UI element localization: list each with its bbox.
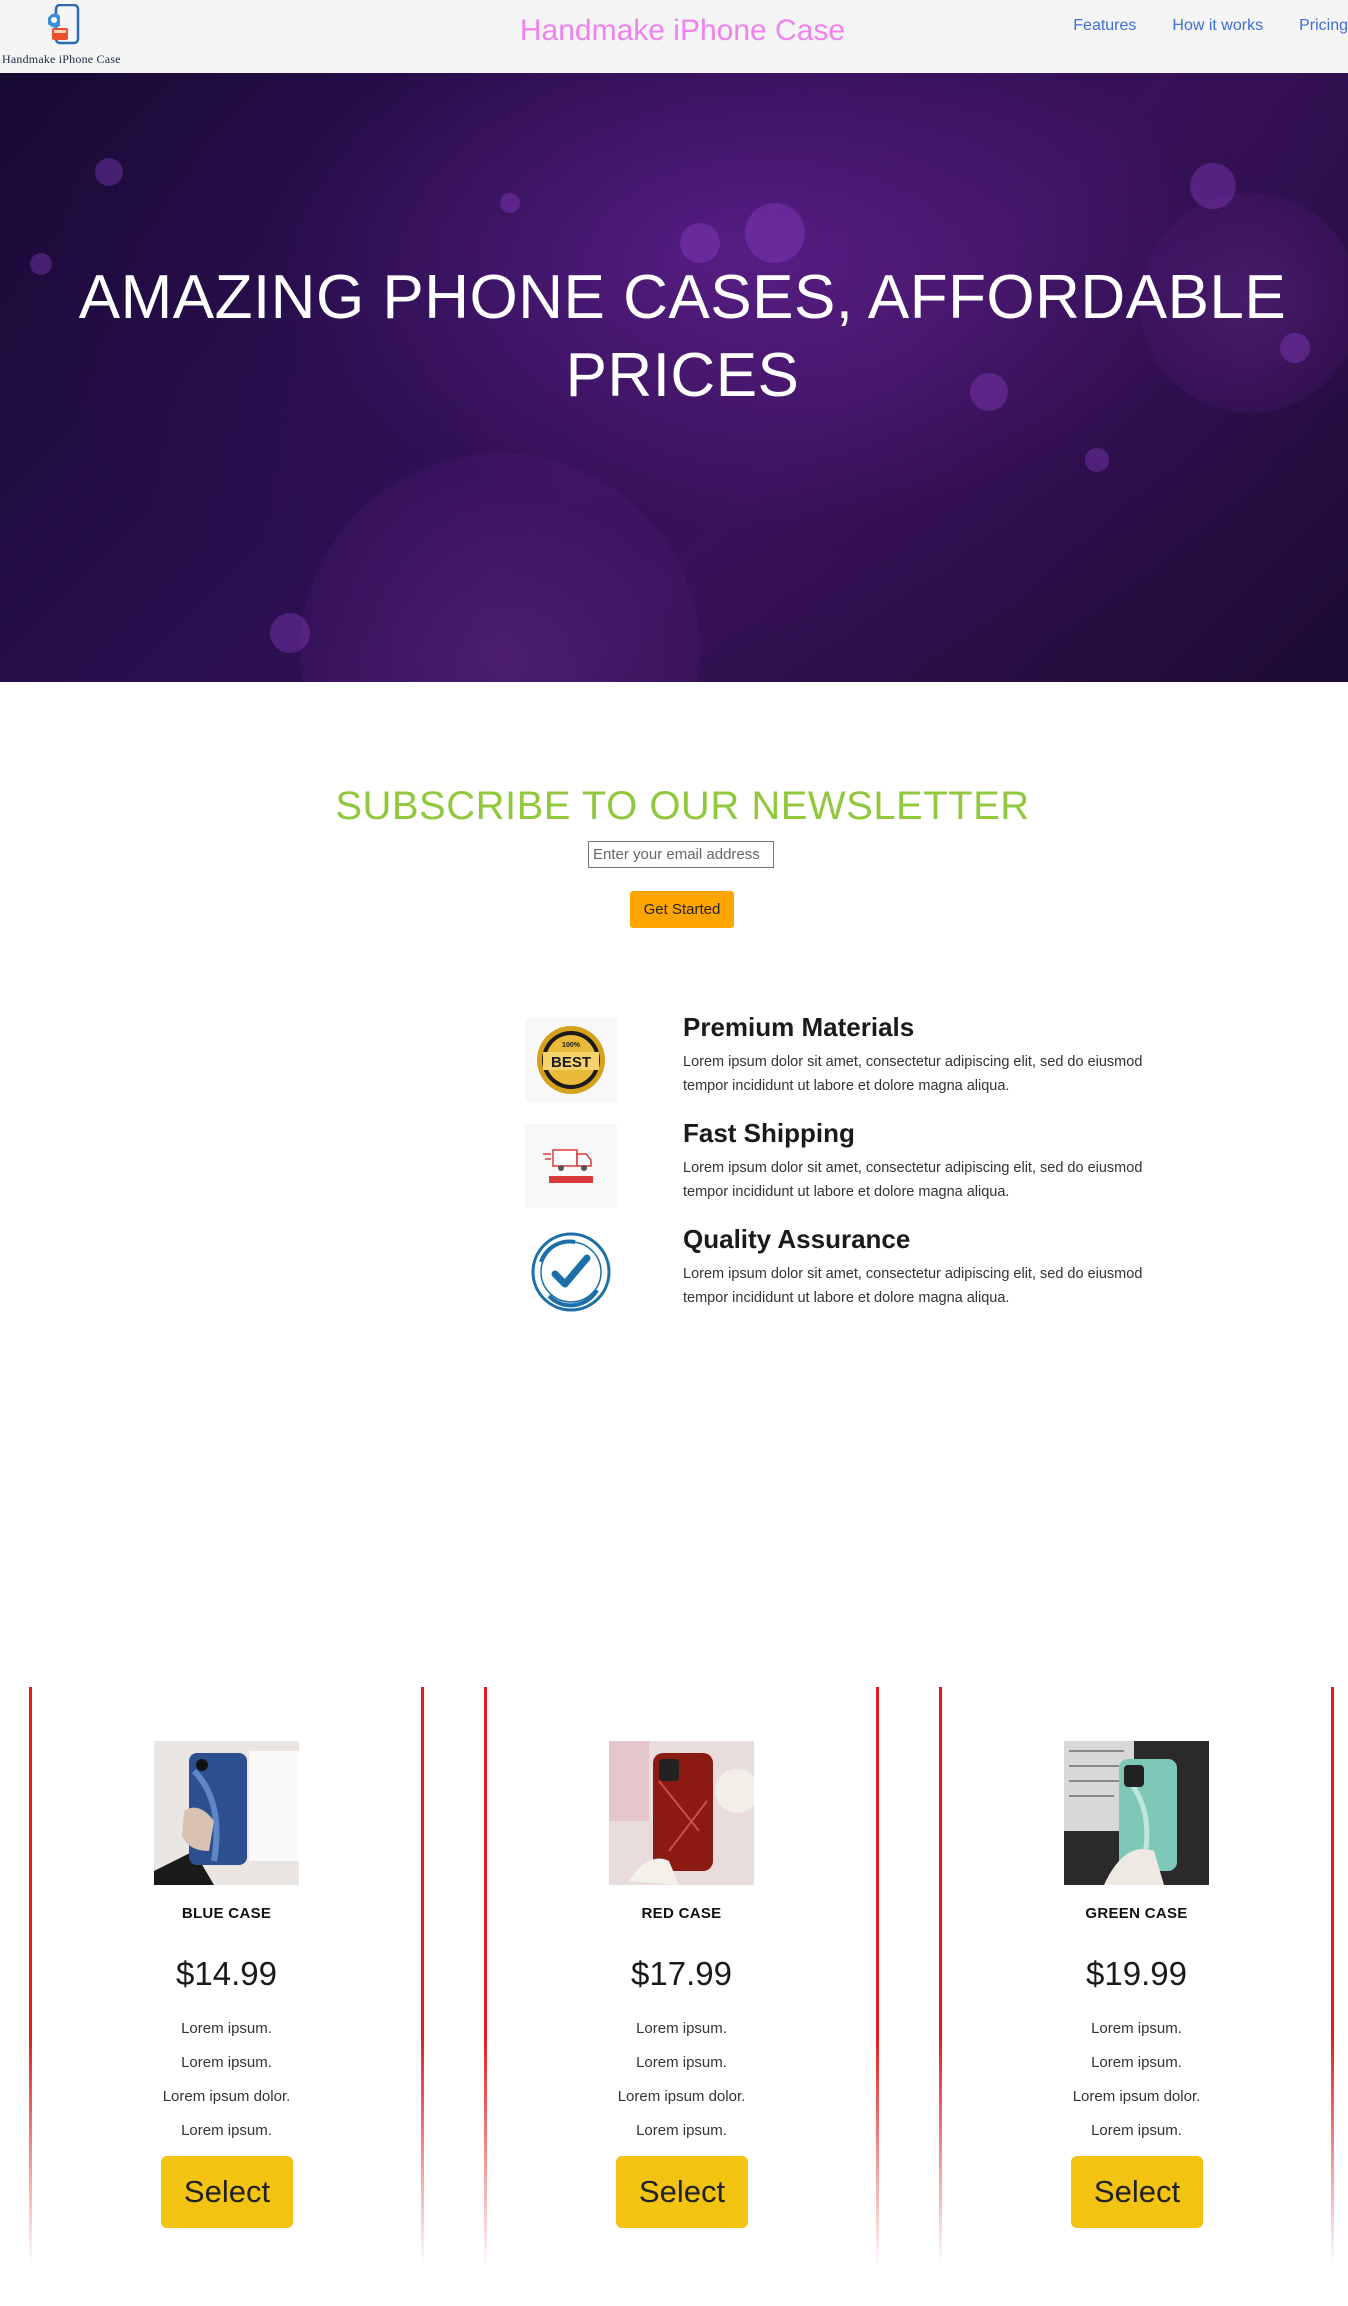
hero-bokeh-decoration	[1085, 448, 1109, 472]
product-name: GREEN CASE	[1085, 1905, 1188, 1922]
product-name: RED CASE	[641, 1905, 722, 1922]
svg-text:BEST: BEST	[551, 1054, 591, 1071]
product-price: $14.99	[176, 1955, 277, 1992]
list-item: Lorem ipsum.	[181, 2054, 272, 2071]
pricing-card-red: RED CASE $17.99 Lorem ipsum. Lorem ipsum…	[484, 1687, 879, 2267]
best-quality-badge-icon: BEST 100%	[525, 1018, 617, 1102]
list-item: Lorem ipsum.	[181, 2122, 272, 2139]
blue-case-image	[154, 1741, 299, 1885]
hero-bokeh-decoration	[745, 203, 805, 263]
list-item: Lorem ipsum.	[181, 2020, 272, 2037]
logo-text: Handmake iPhone Case	[2, 52, 121, 66]
feature-description: Lorem ipsum dolor sit amet, consectetur …	[683, 1054, 1143, 1094]
feature-title: Premium Materials	[683, 1012, 915, 1042]
list-item: Lorem ipsum dolor.	[162, 2088, 291, 2105]
list-item: Lorem ipsum.	[636, 2054, 727, 2071]
list-item: Lorem ipsum.	[1091, 2020, 1182, 2037]
nav-link-pricing[interactable]: Pricing	[1299, 17, 1348, 35]
hero-banner: AMAZING PHONE CASES, AFFORDABLE PRICES	[0, 73, 1348, 682]
svg-text:100%: 100%	[562, 1042, 581, 1049]
feature-description: Lorem ipsum dolor sit amet, consectetur …	[683, 1266, 1143, 1306]
pricing-card-blue: BLUE CASE $14.99 Lorem ipsum. Lorem ipsu…	[29, 1687, 424, 2267]
product-feature-list: Lorem ipsum. Lorem ipsum. Lorem ipsum do…	[484, 2012, 879, 2148]
hero-bokeh-decoration	[500, 193, 520, 213]
hero-title-line-2: PRICES	[565, 341, 800, 410]
list-item: Lorem ipsum.	[636, 2122, 727, 2139]
select-blue-case-button[interactable]: Select	[161, 2156, 293, 2228]
select-red-case-button[interactable]: Select	[616, 2156, 748, 2228]
hero-bokeh-decoration	[300, 453, 700, 682]
hero-bokeh-decoration	[95, 158, 123, 186]
select-green-case-button[interactable]: Select	[1071, 2156, 1203, 2228]
list-item: Lorem ipsum dolor.	[617, 2088, 746, 2105]
main-nav: Features How it works Pricing	[1073, 17, 1348, 35]
product-price: $19.99	[1086, 1955, 1187, 1992]
list-item: Lorem ipsum.	[1091, 2054, 1182, 2071]
green-case-image	[1064, 1741, 1209, 1885]
hero-bokeh-decoration	[680, 223, 720, 263]
product-feature-list: Lorem ipsum. Lorem ipsum. Lorem ipsum do…	[29, 2012, 424, 2148]
email-input[interactable]	[588, 841, 774, 868]
feature-premium-materials: BEST 100% Premium Materials Lorem ipsum …	[524, 1012, 1154, 1110]
hero-title: AMAZING PHONE CASES, AFFORDABLE PRICES	[0, 259, 1348, 415]
feature-title: Quality Assurance	[683, 1224, 911, 1254]
list-item: Lorem ipsum dolor.	[1072, 2088, 1201, 2105]
red-case-image	[609, 1741, 754, 1885]
fast-shipping-truck-icon	[525, 1124, 617, 1208]
product-price: $17.99	[631, 1955, 732, 1992]
product-name: BLUE CASE	[181, 1905, 272, 1922]
hero-bokeh-decoration	[270, 613, 310, 653]
site-header: Handmake iPhone Case Handmake iPhone Cas…	[0, 0, 1348, 73]
hero-title-line-1: AMAZING PHONE CASES, AFFORDABLE	[78, 263, 1287, 332]
list-item: Lorem ipsum.	[1091, 2122, 1182, 2139]
feature-description: Lorem ipsum dolor sit amet, consectetur …	[683, 1160, 1143, 1200]
feature-fast-shipping: Fast Shipping Lorem ipsum dolor sit amet…	[524, 1118, 1154, 1216]
list-item: Lorem ipsum.	[636, 2020, 727, 2037]
pricing-card-green: GREEN CASE $19.99 Lorem ipsum. Lorem ips…	[939, 1687, 1334, 2267]
get-started-button[interactable]: Get Started	[630, 891, 734, 928]
quality-assurance-stamp-icon	[525, 1230, 617, 1314]
feature-title: Fast Shipping	[683, 1118, 855, 1148]
hero-bokeh-decoration	[1190, 163, 1236, 209]
nav-link-features[interactable]: Features	[1073, 17, 1136, 35]
feature-quality-assurance: Quality Assurance Lorem ipsum dolor sit …	[524, 1224, 1154, 1322]
newsletter-title: SUBSCRIBE TO OUR NEWSLETTER	[335, 784, 1030, 828]
nav-link-how-it-works[interactable]: How it works	[1172, 17, 1263, 35]
product-feature-list: Lorem ipsum. Lorem ipsum. Lorem ipsum do…	[939, 2012, 1334, 2148]
